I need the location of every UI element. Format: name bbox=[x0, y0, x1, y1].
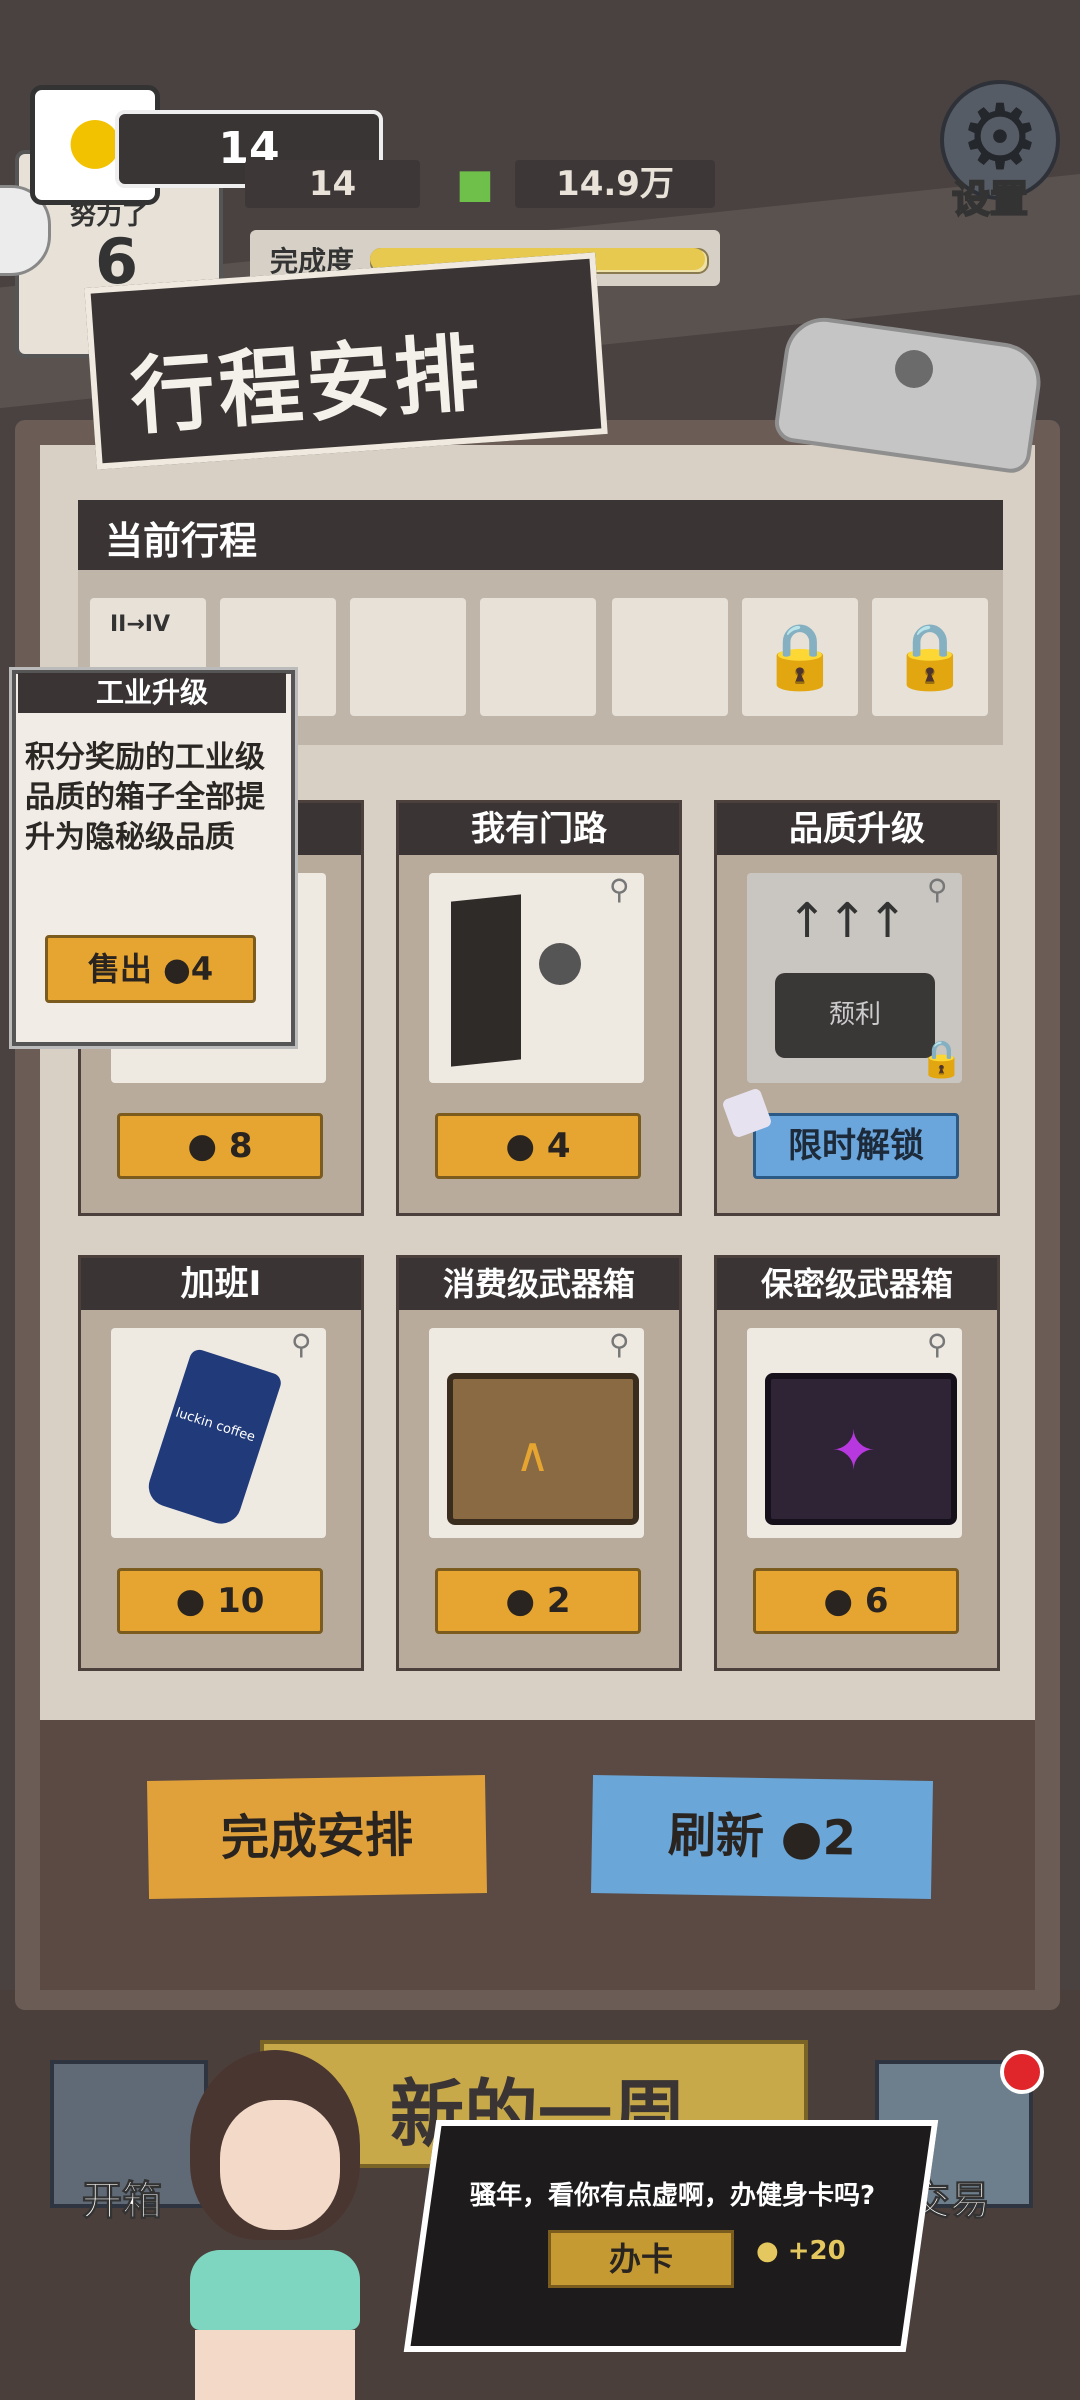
magnifier-icon[interactable]: ⚲ bbox=[609, 873, 630, 906]
crate-image: ∧ ⚲ bbox=[429, 1328, 644, 1538]
purple-crate-icon: ✦ bbox=[765, 1373, 957, 1525]
character-top bbox=[190, 2250, 360, 2330]
card-quality-upgrade[interactable]: 品质升级 ↑↑↑ 颓利 🔒 ⚲ 限时解锁 bbox=[714, 800, 1000, 1216]
buy-button[interactable]: ● 6 bbox=[753, 1568, 959, 1634]
sneaker-icon: ● bbox=[780, 1809, 824, 1867]
reward-amount: ● +20 bbox=[756, 2236, 846, 2266]
lock-icon: 🔒 bbox=[919, 1039, 964, 1080]
card-connections[interactable]: 我有门路 ⚲ ● 4 bbox=[396, 800, 682, 1216]
card-title: 我有门路 bbox=[399, 803, 679, 855]
sell-price: 4 bbox=[190, 950, 214, 988]
crate-image: ✦ ⚲ bbox=[747, 1328, 962, 1538]
sneaker-icon: ● bbox=[505, 1581, 547, 1621]
character-face bbox=[220, 2100, 340, 2230]
price: 4 bbox=[546, 1126, 571, 1166]
card-title: 品质升级 bbox=[717, 803, 997, 855]
notification-dot bbox=[1000, 2050, 1044, 2094]
schedule-slot-locked[interactable]: 🔒 bbox=[872, 598, 988, 716]
trainer-character bbox=[150, 2040, 410, 2400]
door-image: ⚲ bbox=[429, 873, 644, 1083]
magnifier-icon[interactable]: ⚲ bbox=[609, 1328, 630, 1361]
schedule-slot-locked[interactable]: 🔒 bbox=[742, 598, 858, 716]
emblem-icon: ✦ bbox=[831, 1419, 877, 1482]
settings-label: 设置 bbox=[951, 176, 1029, 222]
price: 6 bbox=[864, 1581, 889, 1621]
card-consumer-case[interactable]: 消费级武器箱 ∧ ⚲ ● 2 bbox=[396, 1255, 682, 1671]
buy-button[interactable]: ● 2 bbox=[435, 1568, 641, 1634]
price: 2 bbox=[546, 1581, 571, 1621]
crate-icon: 颓利 bbox=[775, 973, 935, 1058]
magnifier-icon[interactable]: ⚲ bbox=[927, 1328, 948, 1361]
schedule-title: 当前行程 bbox=[105, 519, 258, 563]
sneaker-icon: ● bbox=[162, 950, 191, 988]
refresh-cost: 2 bbox=[822, 1810, 857, 1867]
sneaker-icon: ● bbox=[505, 1126, 547, 1166]
lock-icon: 🔒 bbox=[760, 620, 840, 694]
arrow-up-icon: ↑↑↑ bbox=[787, 893, 908, 949]
card-overtime[interactable]: 加班I luckin coffee ⚲ ● 10 bbox=[78, 1255, 364, 1671]
card-title: 加班I bbox=[81, 1258, 361, 1310]
schedule-slot[interactable] bbox=[350, 598, 466, 716]
limited-unlock-button[interactable]: 限时解锁 bbox=[753, 1113, 959, 1179]
coffee-image: luckin coffee ⚲ bbox=[111, 1328, 326, 1538]
finish-schedule-button[interactable]: 完成安排 bbox=[146, 1775, 488, 1899]
buy-button[interactable]: ● 8 bbox=[117, 1113, 323, 1179]
card-title: 保密级武器箱 bbox=[717, 1258, 997, 1310]
door-icon bbox=[451, 894, 521, 1067]
price: 8 bbox=[228, 1126, 253, 1166]
sneaker-icon: ● bbox=[175, 1581, 218, 1621]
lock-icon: 🔒 bbox=[890, 620, 970, 694]
speech-text: 骚年，看你有点虚啊，办健身卡吗? bbox=[470, 2181, 876, 2211]
wooden-crate-icon: ∧ bbox=[447, 1373, 639, 1525]
tooltip-title: 工业升级 bbox=[18, 673, 286, 713]
tooltip-body: 积分奖励的工业级品质的箱子全部提升为隐秘级品质 bbox=[25, 740, 265, 855]
money-value: 14.9万 bbox=[515, 160, 715, 208]
money-icon: ■ bbox=[456, 161, 494, 207]
shoe-count-small: 14 bbox=[245, 160, 420, 208]
card-title: 消费级武器箱 bbox=[399, 1258, 679, 1310]
chevron-icon: ∧ bbox=[515, 1427, 551, 1483]
coffee-cup-icon: luckin coffee bbox=[143, 1347, 284, 1529]
price: 10 bbox=[217, 1581, 265, 1621]
refresh-button[interactable]: 刷新 ●2 bbox=[590, 1775, 934, 1899]
schedule-slot[interactable] bbox=[612, 598, 728, 716]
buy-button[interactable]: ● 4 bbox=[435, 1113, 641, 1179]
person-icon bbox=[539, 943, 581, 985]
sneaker-icon: ● bbox=[756, 2236, 788, 2266]
character-waist bbox=[195, 2330, 355, 2400]
magnifier-icon[interactable]: ⚲ bbox=[291, 1328, 312, 1361]
sneaker-icon: ● bbox=[187, 1126, 229, 1166]
schedule-slot[interactable] bbox=[480, 598, 596, 716]
sell-button[interactable]: 售出 ●4 bbox=[45, 935, 256, 1003]
sell-label: 售出 bbox=[87, 950, 152, 988]
cup-brand: luckin coffee bbox=[173, 1405, 257, 1446]
slot-upgrade-label: II→IV bbox=[110, 612, 171, 637]
buy-button[interactable]: ● 10 bbox=[117, 1568, 323, 1634]
gym-card-button[interactable]: 办卡 bbox=[548, 2230, 734, 2288]
sneaker-icon: ● bbox=[823, 1581, 865, 1621]
box-upgrade-image: ↑↑↑ 颓利 🔒 ⚲ bbox=[747, 873, 964, 1083]
clip-hole bbox=[895, 350, 933, 388]
page-title: 行程安排 bbox=[127, 323, 486, 447]
refresh-label: 刷新 bbox=[667, 1807, 765, 1866]
magnifier-icon[interactable]: ⚲ bbox=[927, 873, 948, 906]
reward-value: +20 bbox=[787, 2236, 846, 2266]
card-classified-case[interactable]: 保密级武器箱 ✦ ⚲ ● 6 bbox=[714, 1255, 1000, 1671]
